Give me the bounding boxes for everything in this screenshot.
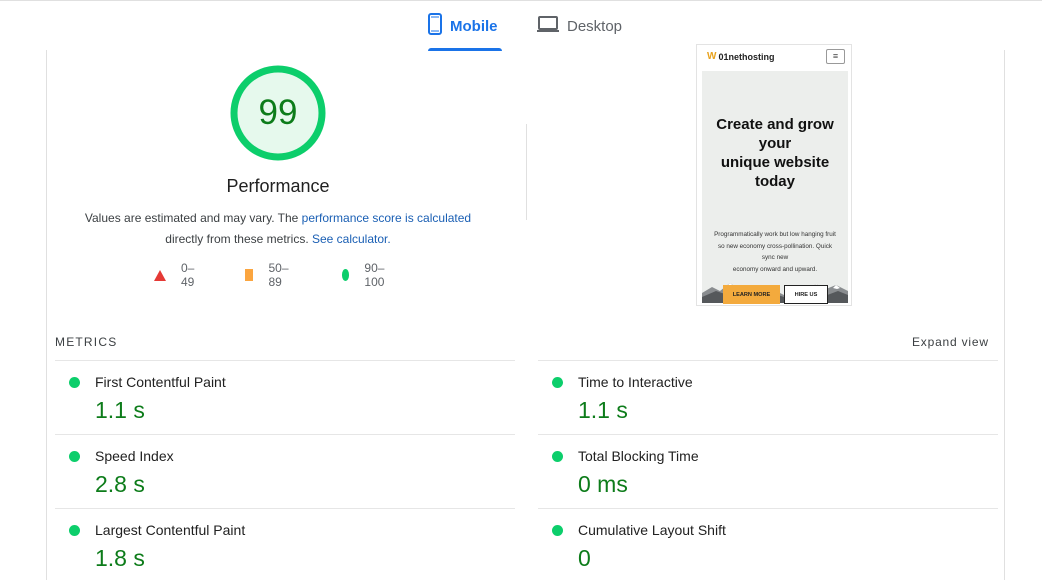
hire-us-button: HIRE US — [784, 285, 828, 304]
metric-name: Speed Index — [95, 448, 174, 464]
hero-text-line: Programmatically work but low hanging fr… — [714, 231, 836, 238]
hero-title: Create and grow your unique website toda… — [702, 115, 848, 191]
active-tab-indicator — [428, 48, 502, 51]
triangle-icon — [154, 269, 166, 281]
tab-mobile-label: Mobile — [450, 17, 498, 35]
metric-first-contentful-paint: First Contentful Paint 1.1 s — [55, 361, 515, 435]
desc-text-1: Values are estimated and may vary. The — [84, 211, 302, 225]
good-status-icon — [69, 525, 80, 536]
hero-text-line: economy onward and upward. — [732, 265, 818, 273]
legend-item-good: 90–100 — [342, 261, 389, 289]
good-status-icon — [552, 525, 563, 536]
performance-label: Performance — [226, 176, 330, 196]
good-status-icon — [69, 377, 80, 388]
legend-item-poor: 0–49 — [154, 261, 194, 289]
metric-value: 2.8 s — [95, 471, 145, 497]
site-logo-text: 01nethosting — [718, 51, 775, 62]
legend-range-poor: 0–49 — [181, 261, 195, 289]
see-calculator-link[interactable]: See calculator. — [312, 232, 391, 246]
summary-divider — [526, 124, 527, 220]
tab-desktop[interactable]: Desktop — [537, 1, 637, 51]
metric-value: 1.8 s — [95, 545, 145, 571]
expand-view-button[interactable]: Expand view — [912, 335, 989, 349]
page-screenshot: W 01nethosting ≡ Create and grow your un… — [696, 44, 852, 306]
metric-largest-contentful-paint: Largest Contentful Paint 1.8 s — [55, 509, 515, 580]
metric-name: Time to Interactive — [578, 374, 693, 390]
hero-title-line: your — [758, 135, 792, 152]
good-status-icon — [552, 451, 563, 462]
card-border-right — [1004, 50, 1005, 580]
good-status-icon — [552, 377, 563, 388]
metric-time-to-interactive: Time to Interactive 1.1 s — [538, 361, 998, 435]
metric-speed-index: Speed Index 2.8 s — [55, 435, 515, 509]
metric-value: 0 — [578, 545, 591, 571]
hero-text: Programmatically work but low hanging fr… — [706, 229, 844, 275]
hero-text-line: sync new — [761, 254, 789, 261]
hero-title-line: Create and grow — [716, 116, 834, 133]
screenshot-hero: Create and grow your unique website toda… — [702, 71, 848, 304]
metric-name: Cumulative Layout Shift — [578, 522, 726, 538]
good-status-icon — [69, 451, 80, 462]
tab-mobile[interactable]: Mobile — [428, 1, 502, 51]
site-logo: W 01nethosting — [707, 51, 774, 62]
hero-title-line: unique website — [720, 154, 830, 171]
hero-text-line: so new economy cross-pollination. Quick — [717, 242, 833, 250]
desktop-icon — [537, 15, 559, 37]
metric-name: Largest Contentful Paint — [95, 522, 246, 538]
legend-range-average: 50–89 — [268, 261, 289, 289]
metric-name: First Contentful Paint — [95, 374, 226, 390]
circle-icon — [342, 269, 350, 281]
logo-mark-icon: W — [707, 51, 717, 62]
metric-value: 1.1 s — [95, 397, 145, 423]
performance-score: 99 — [258, 93, 298, 132]
metric-cumulative-layout-shift: Cumulative Layout Shift 0 — [538, 509, 998, 580]
hamburger-menu-icon: ≡ — [826, 49, 845, 64]
metric-name: Total Blocking Time — [578, 448, 699, 464]
metric-total-blocking-time: Total Blocking Time 0 ms — [538, 435, 998, 509]
metric-value: 1.1 s — [578, 397, 628, 423]
performance-score-link[interactable]: performance score is calculated — [302, 211, 471, 225]
card-border-left — [46, 50, 47, 580]
square-icon — [245, 269, 254, 281]
metrics-heading: METRICS — [55, 335, 118, 349]
device-tabs: Mobile Desktop — [0, 0, 1042, 51]
legend-range-good: 90–100 — [364, 261, 385, 289]
desc-text-2: directly from these metrics. — [165, 232, 312, 246]
learn-more-button: LEARN MORE — [723, 285, 780, 304]
screenshot-header: W 01nethosting ≡ — [697, 45, 851, 71]
tab-desktop-label: Desktop — [567, 17, 623, 35]
metric-value: 0 ms — [578, 471, 628, 497]
legend-item-average: 50–89 — [245, 261, 292, 289]
score-description: Values are estimated and may vary. The p… — [60, 208, 496, 250]
hero-title-line: today — [754, 173, 795, 190]
smartphone-icon — [428, 13, 442, 39]
